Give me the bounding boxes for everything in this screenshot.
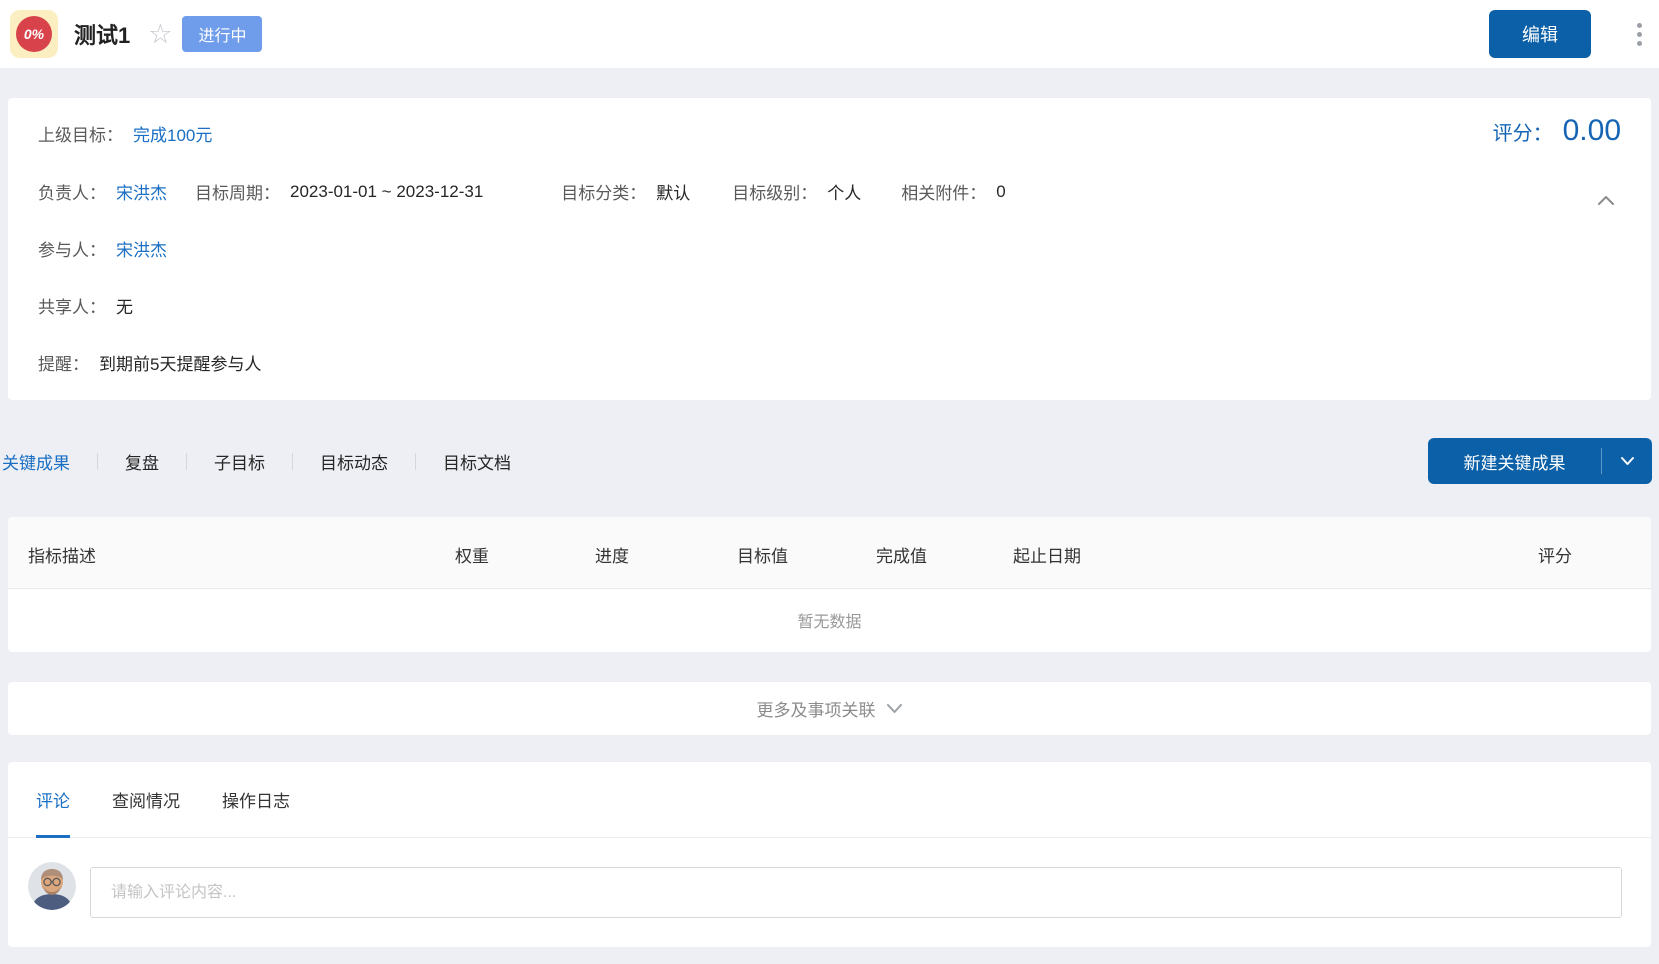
goal-info-panel: 上级目标： 完成100元 评分： 0.00 负责人： 宋洪杰 目标周期： 202… [8,98,1651,400]
shared-row: 共享人： 无 [38,293,133,318]
score-display: 评分： 0.00 [1493,114,1621,148]
participants-link[interactable]: 宋洪杰 [116,236,167,261]
score-value: 0.00 [1563,114,1621,148]
parent-goal-label: 上级目标： [38,121,123,146]
tab-goal-activity[interactable]: 目标动态 [293,449,415,474]
more-related-items-label: 更多及事项关联 [757,696,876,721]
column-progress: 进度 [595,542,629,567]
reminder-row: 提醒： 到期前5天提醒参与人 [38,350,261,375]
edit-button[interactable]: 编辑 [1489,10,1591,58]
level-value: 个人 [827,179,861,204]
level-label: 目标级别： [732,179,817,204]
status-badge: 进行中 [182,16,262,52]
tab-review[interactable]: 复盘 [98,449,186,474]
chevron-down-icon [886,703,903,714]
goal-progress-icon: 0% [16,16,52,52]
create-key-result-label: 新建关键成果 [1428,449,1601,474]
comment-tab-bar: 评论 查阅情况 操作日志 [8,762,1651,838]
goal-meta-row: 负责人： 宋洪杰 目标周期： 2023-01-01 ~ 2023-12-31 目… [38,179,1006,204]
favorite-star-icon[interactable]: ☆ [148,21,172,48]
shared-value: 无 [116,293,133,318]
reminder-label: 提醒： [38,350,89,375]
tab-goal-docs[interactable]: 目标文档 [416,449,538,474]
chevron-down-icon[interactable] [1602,456,1652,466]
user-avatar [28,862,76,910]
tab-read-status[interactable]: 查阅情况 [112,762,180,837]
category-value: 默认 [656,179,690,204]
empty-state-text: 暂无数据 [8,589,1651,651]
column-weight: 权重 [455,542,489,567]
category-label: 目标分类： [561,179,646,204]
column-target-value: 目标值 [737,542,788,567]
page-title: 测试1 [74,18,130,50]
goal-icon: 0% [10,10,58,58]
column-score: 评分 [1538,542,1572,567]
reminder-value: 到期前5天提醒参与人 [99,350,261,375]
column-indicator-description: 指标描述 [28,542,96,567]
shared-label: 共享人： [38,293,106,318]
participants-row: 参与人： 宋洪杰 [38,236,167,261]
comment-panel: 评论 查阅情况 操作日志 [8,762,1651,947]
column-date-range: 起止日期 [1013,542,1081,567]
tab-comments[interactable]: 评论 [36,762,70,837]
comment-compose-row [8,838,1651,947]
parent-goal-row: 上级目标： 完成100元 [38,121,212,146]
table-header-row: 指标描述 权重 进度 目标值 完成值 起止日期 评分 [8,517,1651,589]
tab-operation-log[interactable]: 操作日志 [222,762,290,837]
collapse-panel-chevron-up-icon[interactable] [1597,194,1615,206]
key-results-table: 指标描述 权重 进度 目标值 完成值 起止日期 评分 暂无数据 [8,517,1651,652]
participants-label: 参与人： [38,236,106,261]
score-label: 评分： [1493,117,1553,146]
tab-key-results[interactable]: 关键成果 [2,449,97,474]
parent-goal-link[interactable]: 完成100元 [133,121,212,146]
top-bar-actions: 编辑 [1489,10,1646,58]
attachments-label: 相关附件： [901,179,986,204]
period-label: 目标周期： [195,179,280,204]
section-tab-bar: 关键成果 复盘 子目标 目标动态 目标文档 [2,438,538,484]
tab-sub-goals[interactable]: 子目标 [187,449,292,474]
top-bar: 0% 测试1 ☆ 进行中 编辑 [0,0,1659,68]
create-key-result-button[interactable]: 新建关键成果 [1428,438,1652,484]
more-menu-icon[interactable] [1633,19,1646,50]
owner-link[interactable]: 宋洪杰 [116,179,167,204]
attachments-value: 0 [996,182,1005,202]
column-completed-value: 完成值 [876,542,927,567]
period-value: 2023-01-01 ~ 2023-12-31 [290,182,483,202]
comment-input[interactable] [90,867,1622,918]
more-related-items-expander[interactable]: 更多及事项关联 [8,682,1651,735]
owner-label: 负责人： [38,179,106,204]
